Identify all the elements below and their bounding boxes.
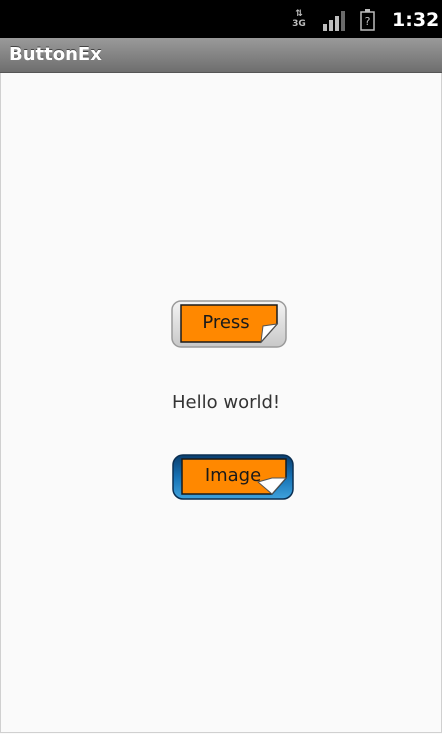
app-title: ButtonEx: [9, 44, 102, 65]
app-screen: ⇅ 3G ? 1:32 ButtonEx Press Hello world! …: [0, 0, 442, 734]
title-bar: ButtonEx: [0, 38, 442, 73]
network-type-label: 3G: [292, 19, 306, 29]
status-bar: ⇅ 3G ? 1:32: [0, 0, 442, 38]
battery-icon: ?: [360, 9, 375, 31]
content-area: Press Hello world! Image: [0, 73, 442, 733]
press-button-label: Press: [202, 312, 250, 333]
press-button[interactable]: Press: [171, 300, 287, 348]
signal-strength-icon: [323, 11, 345, 31]
status-time: 1:32: [392, 9, 440, 31]
network-indicator: ⇅ 3G: [291, 9, 307, 31]
hello-text: Hello world!: [172, 392, 281, 413]
image-button[interactable]: Image: [172, 454, 294, 500]
image-button-label: Image: [204, 465, 262, 486]
data-arrows-icon: ⇅: [295, 9, 303, 19]
svg-text:?: ?: [365, 15, 371, 28]
